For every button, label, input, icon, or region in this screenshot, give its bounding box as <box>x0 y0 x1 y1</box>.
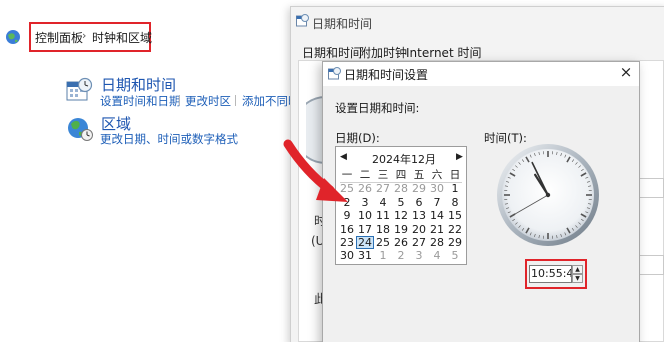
globe-clock-icon <box>68 118 93 141</box>
calendar-day[interactable]: 12 <box>392 209 410 222</box>
calendar-day[interactable]: 20 <box>410 223 428 236</box>
time-spin-down-button[interactable]: ▼ <box>572 274 583 283</box>
calendar-day-adjacent[interactable]: 30 <box>428 182 446 195</box>
breadcrumb-item-control-panel[interactable]: 控制面板 <box>35 29 83 46</box>
calendar-day[interactable]: 7 <box>428 196 446 209</box>
calendar-day[interactable]: 21 <box>428 223 446 236</box>
close-button[interactable]: × <box>618 63 634 81</box>
category-title-date-time[interactable]: 日期和时间 <box>101 74 176 95</box>
calendar-next-button[interactable]: ▶ <box>456 152 463 162</box>
calendar-day[interactable]: 26 <box>392 236 410 249</box>
calendar-clock-icon <box>66 77 93 101</box>
calendar-day[interactable]: 4 <box>374 196 392 209</box>
calendar-day[interactable]: 23 <box>338 236 356 249</box>
calendar-day-adjacent[interactable]: 4 <box>428 249 446 262</box>
date-time-dialog-title: 日期和时间 <box>312 17 373 31</box>
calendar-day[interactable]: 15 <box>446 209 464 222</box>
calendar-day-adjacent[interactable]: 5 <box>446 249 464 262</box>
calendar-day[interactable]: 28 <box>428 236 446 249</box>
calendar-day-adjacent[interactable]: 27 <box>374 182 392 195</box>
calendar-day[interactable]: 11 <box>374 209 392 222</box>
calendar-weekday: 六 <box>431 169 443 181</box>
analog-clock <box>497 144 599 246</box>
calendar-week-row: 30 31 1 2 3 4 5 <box>338 249 464 262</box>
calendar-day[interactable]: 18 <box>374 223 392 236</box>
calendar-day[interactable]: 30 <box>338 249 356 262</box>
breadcrumb-item-clock-region[interactable]: 时钟和区域 <box>92 29 152 46</box>
dialog-clock-icon <box>296 14 309 27</box>
calendar-day[interactable]: 25 <box>374 236 392 249</box>
tab-additional-clocks[interactable]: 附加时钟 <box>359 44 407 61</box>
link-divider <box>235 95 236 106</box>
calendar-day-adjacent[interactable]: 1 <box>374 249 392 262</box>
background-button-fragment <box>638 178 664 198</box>
set-date-time-heading: 设置日期和时间: <box>335 101 420 115</box>
calendar-day[interactable]: 31 <box>356 249 374 262</box>
link-change-formats[interactable]: 更改日期、时间或数字格式 <box>100 131 238 147</box>
calendar-day[interactable]: 13 <box>410 209 428 222</box>
calendar-day[interactable]: 22 <box>446 223 464 236</box>
calendar-day[interactable]: 17 <box>356 223 374 236</box>
calendar-weekday: 日 <box>449 169 461 181</box>
settings-clock-icon <box>328 67 341 80</box>
calendar-weekday: 五 <box>413 169 425 181</box>
calendar-day[interactable]: 1 <box>446 182 464 195</box>
calendar-day[interactable]: 8 <box>446 196 464 209</box>
control-panel-icon <box>6 30 20 44</box>
calendar-day[interactable]: 24 <box>356 235 374 250</box>
calendar-day[interactable]: 19 <box>392 223 410 236</box>
calendar-day[interactable]: 6 <box>410 196 428 209</box>
calendar-month-title[interactable]: 2024年12月 <box>372 151 436 167</box>
calendar-weekday: 四 <box>395 169 407 181</box>
time-input[interactable]: 10:55:40 <box>529 265 572 283</box>
link-change-timezone[interactable]: 更改时区 <box>185 93 231 109</box>
calendar-week-row: 16 17 18 19 20 21 22 <box>338 223 464 236</box>
settings-dialog-title: 日期和时间设置 <box>344 68 429 82</box>
calendar-day[interactable]: 14 <box>428 209 446 222</box>
calendar-day[interactable]: 29 <box>446 236 464 249</box>
calendar-day-adjacent[interactable]: 29 <box>410 182 428 195</box>
tab-internet-time[interactable]: Internet 时间 <box>406 44 481 61</box>
time-spin-up-button[interactable]: ▲ <box>572 265 583 274</box>
link-divider <box>179 95 180 106</box>
link-set-date-time[interactable]: 设置时间和日期 <box>100 93 181 109</box>
calendar-day-adjacent[interactable]: 28 <box>392 182 410 195</box>
red-arrow-annotation <box>283 139 348 202</box>
calendar-weekday: 三 <box>377 169 389 181</box>
calendar-day-adjacent[interactable]: 3 <box>410 249 428 262</box>
breadcrumb-separator: › <box>82 29 87 42</box>
calendar-day[interactable]: 16 <box>338 223 356 236</box>
tab-date-time[interactable]: 日期和时间 <box>302 44 362 61</box>
background-button-fragment <box>638 255 664 275</box>
calendar-week-row: 23 24 25 26 27 28 29 <box>338 235 464 250</box>
calendar-day-adjacent[interactable]: 2 <box>392 249 410 262</box>
calendar-day[interactable]: 27 <box>410 236 428 249</box>
calendar-day[interactable]: 5 <box>392 196 410 209</box>
